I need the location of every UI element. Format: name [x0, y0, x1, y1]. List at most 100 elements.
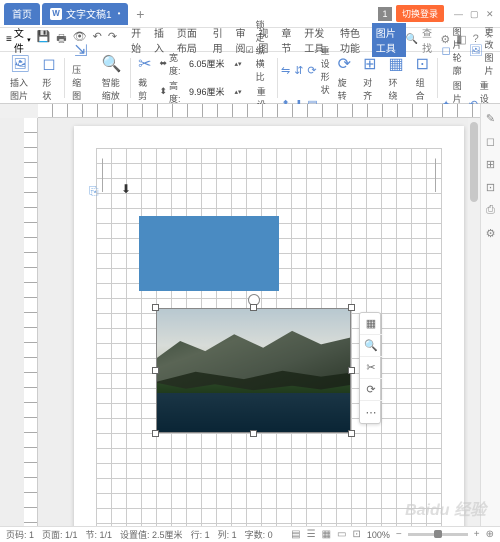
- notification-badge[interactable]: 1: [378, 7, 392, 21]
- scrollbar-thumb[interactable]: [470, 122, 478, 202]
- crop-button[interactable]: ✂ 裁剪: [134, 52, 155, 104]
- shape-icon: ◻: [42, 54, 55, 74]
- page: ⎘ ⬇: [74, 126, 464, 526]
- sidebar-limit-icon[interactable]: ⊞: [486, 158, 495, 171]
- margin-guides: [102, 158, 436, 192]
- flip-h-icon[interactable]: ⇋: [281, 64, 290, 77]
- save-icon[interactable]: 💾: [37, 30, 51, 49]
- document-area[interactable]: ⎘ ⬇: [38, 118, 500, 526]
- minimize-button[interactable]: —: [454, 9, 464, 19]
- search-icon[interactable]: 🔍: [406, 34, 418, 45]
- zoom-out-button[interactable]: −: [396, 529, 402, 540]
- crop-icon: ✂: [138, 54, 151, 74]
- sidebar-property-icon[interactable]: ⊡: [486, 181, 495, 194]
- smart-zoom-button[interactable]: 🔍 智能缩放: [98, 52, 126, 104]
- picture-icon: 🖼: [10, 54, 30, 74]
- view-page-icon[interactable]: ▤: [291, 529, 300, 540]
- zoom-icon: 🔍: [102, 54, 122, 74]
- resize-handle-e[interactable]: [348, 367, 355, 374]
- height-stepper[interactable]: ▴▾: [235, 88, 242, 96]
- tab-add[interactable]: +: [130, 4, 150, 24]
- status-page-of[interactable]: 页面: 1/1: [42, 528, 78, 541]
- tab-document[interactable]: W 文字文稿1 •: [42, 3, 128, 25]
- undo-icon[interactable]: ↶: [93, 30, 102, 49]
- float-rotate-button[interactable]: ⟳: [360, 379, 382, 401]
- rotate-button[interactable]: ⟳ 旋转: [334, 52, 355, 104]
- picture-content[interactable]: [156, 308, 351, 433]
- zoom-level[interactable]: 100%: [367, 530, 390, 540]
- float-zoom-button[interactable]: 🔍: [360, 335, 382, 357]
- sidebar-tool-icon[interactable]: ⚙: [486, 227, 496, 240]
- status-section: 节: 1/1: [86, 528, 113, 541]
- lock-ratio-checkbox[interactable]: ☑锁定纵横比: [246, 18, 273, 83]
- zoom-in-button[interactable]: +: [474, 529, 480, 540]
- tab-doc-label: 文字文稿1: [66, 6, 112, 21]
- blue-rectangle-shape[interactable]: [139, 216, 279, 291]
- wrap-icon: ▦: [388, 54, 403, 74]
- ruler-horizontal[interactable]: [38, 104, 480, 118]
- sidebar-select-icon[interactable]: ◻: [486, 135, 495, 148]
- login-button[interactable]: 切换登录: [396, 5, 444, 22]
- resize-handle-n[interactable]: [250, 304, 257, 311]
- insert-picture-button[interactable]: 🖼 插入图片: [6, 52, 34, 104]
- rotate-icon: ⟳: [338, 54, 351, 74]
- scrollbar-vertical[interactable]: [468, 118, 480, 526]
- flip-v-icon[interactable]: ⇵: [294, 64, 303, 77]
- view-outline-icon[interactable]: ☰: [307, 529, 316, 540]
- maximize-button[interactable]: ▢: [470, 9, 480, 19]
- pic-outline-button[interactable]: ◻图片轮廓: [441, 25, 464, 77]
- status-row: 行: 1: [191, 528, 210, 541]
- resize-handle-se[interactable]: [348, 430, 355, 437]
- dimension-inputs: ⬌ 宽度: 6.05厘米 ▴▾ ⬍ 高度: 9.96厘米 ▴▾: [160, 51, 242, 105]
- search-label[interactable]: 查找: [422, 25, 432, 55]
- resize-handle-s[interactable]: [250, 430, 257, 437]
- ruler-vertical[interactable]: [24, 118, 38, 526]
- resize-handle-nw[interactable]: [152, 304, 159, 311]
- print-icon[interactable]: 🖶: [56, 30, 66, 49]
- combine-button[interactable]: ⊡ 组合: [412, 52, 433, 104]
- align-button[interactable]: ⊞ 对齐: [359, 52, 380, 104]
- compress-icon: ⇲: [74, 41, 87, 61]
- anchor-icon: ⎘: [89, 184, 99, 199]
- float-crop-button[interactable]: ✂: [360, 357, 382, 379]
- view-fullscreen-icon[interactable]: ⊡: [353, 529, 361, 540]
- width-stepper[interactable]: ▴▾: [235, 60, 242, 68]
- selected-picture[interactable]: [156, 308, 351, 433]
- align-icon: ⊞: [363, 54, 376, 74]
- resize-handle-sw[interactable]: [152, 430, 159, 437]
- float-wrap-button[interactable]: ▦: [360, 313, 382, 335]
- resize-handle-ne[interactable]: [348, 304, 355, 311]
- change-pic-button[interactable]: 🖼更改图片: [469, 25, 494, 77]
- file-menu[interactable]: ≡文件▾: [6, 25, 31, 55]
- status-words[interactable]: 字数: 0: [245, 528, 273, 541]
- right-sidebar: ✎ ◻ ⊞ ⊡ ⎙ ⚙: [480, 104, 500, 526]
- ribbon: 🖼 插入图片 ◻ 形状 ⇲ 压缩图片 🔍 智能缩放 ✂ 裁剪 ⬌ 宽度: 6.0…: [0, 52, 500, 104]
- view-web-icon[interactable]: ▦: [322, 529, 331, 540]
- caret-indicator: ⬇: [121, 182, 131, 196]
- height-input[interactable]: 9.96厘米: [189, 85, 233, 98]
- floating-toolbar: ▦ 🔍 ✂ ⟳ ⋯: [359, 312, 381, 424]
- view-read-icon[interactable]: ▭: [337, 529, 346, 540]
- statusbar: 页码: 1 页面: 1/1 节: 1/1 设置值: 2.5厘米 行: 1 列: …: [0, 526, 500, 542]
- tab-doc-dirty: •: [118, 9, 121, 18]
- status-col: 列: 1: [218, 528, 237, 541]
- status-page[interactable]: 页码: 1: [6, 528, 34, 541]
- height-icon: ⬍: [160, 86, 168, 97]
- sidebar-style-icon[interactable]: ✎: [486, 112, 495, 125]
- width-input[interactable]: 6.05厘米: [189, 57, 233, 70]
- float-more-button[interactable]: ⋯: [360, 401, 382, 423]
- group-icon: ⊡: [416, 54, 429, 74]
- close-button[interactable]: ✕: [486, 9, 496, 19]
- sidebar-backup-icon[interactable]: ⎙: [486, 204, 495, 217]
- reset-shape-icon[interactable]: ⟳: [307, 64, 316, 77]
- width-icon: ⬌: [160, 58, 168, 69]
- workspace: ⎘ ⬇: [0, 118, 500, 526]
- zoom-slider[interactable]: [408, 533, 468, 536]
- resize-handle-w[interactable]: [152, 367, 159, 374]
- redo-icon[interactable]: ↷: [108, 30, 117, 49]
- doc-type-icon: W: [50, 8, 62, 20]
- tab-home[interactable]: 首页: [4, 3, 40, 25]
- shape-button[interactable]: ◻ 形状: [38, 52, 59, 104]
- wrap-button[interactable]: ▦ 环绕: [384, 52, 407, 104]
- fit-icon[interactable]: ⊕: [486, 529, 494, 540]
